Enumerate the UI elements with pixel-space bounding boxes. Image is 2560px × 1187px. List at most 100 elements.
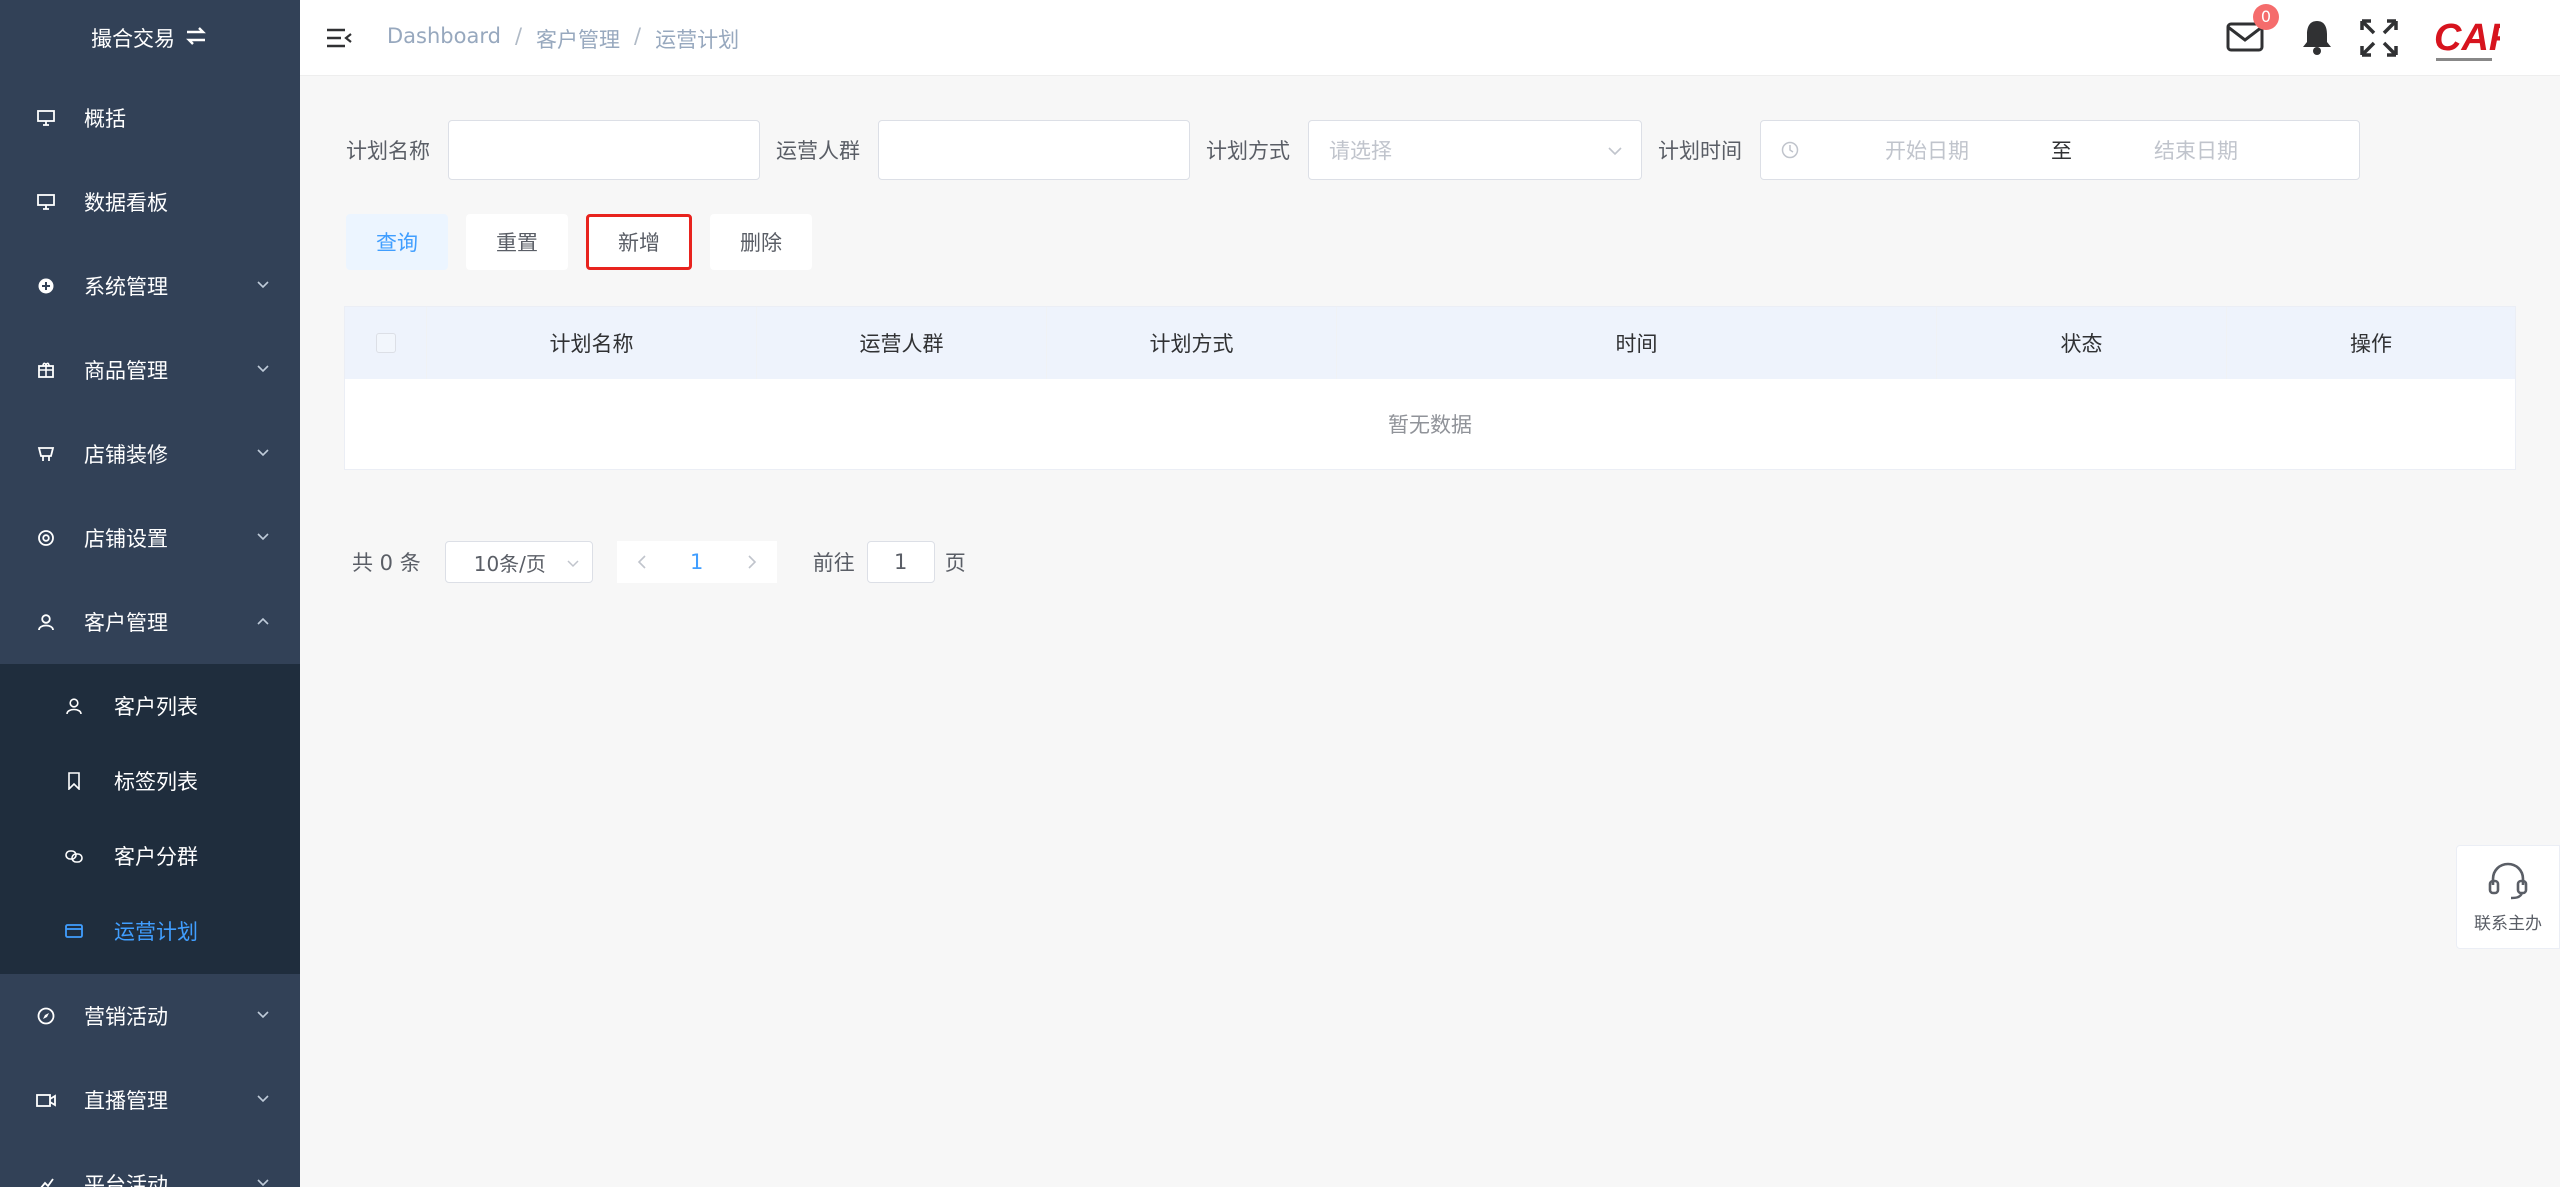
sidebar-item-label: 系统管理	[84, 275, 168, 299]
next-page-icon[interactable]	[745, 554, 759, 570]
sidebar-item-operation-plan[interactable]: 运营计划	[0, 893, 300, 968]
plan-name-input[interactable]	[448, 120, 760, 180]
sidebar-item-tag-list[interactable]: 标签列表	[0, 743, 300, 818]
chart-icon	[36, 1174, 56, 1187]
column-header-time: 时间	[1337, 307, 1937, 379]
select-all-checkbox[interactable]	[375, 333, 396, 353]
sidebar-item-label: 平台活动	[84, 1173, 168, 1187]
gear-icon	[36, 276, 56, 296]
chevron-down-icon	[257, 1011, 269, 1019]
audience-input[interactable]	[878, 120, 1190, 180]
goto-page-input[interactable]: 1	[866, 541, 935, 583]
sidebar-item-platform-activities[interactable]: 平台活动	[0, 1142, 300, 1187]
sidebar-item-dashboard[interactable]: 数据看板	[0, 160, 300, 244]
submenu-item-label: 运营计划	[114, 919, 198, 944]
submenu-item-label: 客户列表	[114, 694, 198, 719]
switch-icon[interactable]	[183, 25, 209, 52]
chevron-down-icon	[257, 1095, 269, 1103]
bell-icon[interactable]	[2300, 18, 2334, 56]
sidebar-item-customer-list[interactable]: 客户列表	[0, 668, 300, 743]
empty-state: 暂无数据	[1388, 413, 1472, 437]
breadcrumb-separator: /	[634, 24, 642, 48]
pager: 1	[616, 541, 777, 583]
sidebar-item-label: 客户管理	[84, 611, 168, 635]
link-icon	[64, 846, 84, 866]
page-size-value: 10条/页	[473, 551, 546, 576]
select-all-cell	[345, 307, 427, 379]
sidebar-item-store-settings[interactable]: 店铺设置	[0, 496, 300, 580]
breadcrumb-item-current: 运营计划	[655, 28, 740, 52]
sidebar-item-label: 店铺设置	[84, 527, 168, 551]
prev-page-icon[interactable]	[635, 554, 649, 570]
user-icon	[36, 612, 56, 632]
sidebar-item-products[interactable]: 商品管理	[0, 328, 300, 412]
sidebar-brand[interactable]: 撮合交易	[0, 0, 300, 76]
logo-text: CAF	[2434, 17, 2500, 59]
brand-logo: CAF	[2430, 10, 2514, 70]
headset-icon	[2488, 862, 2528, 899]
top-header: Dashboard / 客户管理 / 运营计划	[300, 0, 2560, 76]
fullscreen-icon[interactable]	[2359, 18, 2399, 58]
sidebar-item-system[interactable]: 系统管理	[0, 244, 300, 328]
sidebar-item-marketing[interactable]: 营销活动	[0, 974, 300, 1058]
breadcrumb-item-dashboard[interactable]: Dashboard	[387, 24, 501, 54]
sidebar-item-overview[interactable]: 概括	[0, 76, 300, 160]
table-header: 计划名称 运营人群 计划方式 时间 状态 操作	[345, 307, 2515, 379]
chevron-down-icon	[257, 449, 269, 457]
sidebar-item-customer-segments[interactable]: 客户分群	[0, 818, 300, 893]
total-count: 共 0 条	[352, 551, 421, 575]
brand-title: 撮合交易	[91, 27, 175, 51]
sidebar-item-label: 数据看板	[84, 191, 168, 215]
contact-label: 联系主办	[2474, 913, 2542, 934]
sidebar-item-label: 直播管理	[84, 1089, 168, 1113]
breadcrumb: Dashboard / 客户管理 / 运营计划	[387, 24, 739, 54]
pagination: 共 0 条 10条/页 1 前往 1 页	[352, 541, 966, 583]
contact-organizer-button[interactable]: 联系主办	[2456, 845, 2560, 949]
column-header-method: 计划方式	[1047, 307, 1337, 379]
package-icon	[36, 360, 56, 380]
range-separator: 至	[2051, 139, 2072, 163]
sidebar-item-live[interactable]: 直播管理	[0, 1058, 300, 1142]
settings-icon	[36, 528, 56, 548]
goto-label: 前往	[812, 551, 855, 575]
plans-table: 计划名称 运营人群 计划方式 时间 状态 操作 暂无数据	[344, 306, 2516, 470]
breadcrumb-item-customers[interactable]: 客户管理	[536, 24, 620, 54]
sidebar-item-customers[interactable]: 客户管理	[0, 580, 300, 664]
sidebar-item-label: 商品管理	[84, 359, 168, 383]
goto-page-value: 1	[894, 550, 908, 574]
date-range-picker[interactable]: 开始日期 至 结束日期	[1760, 120, 2360, 180]
breadcrumb-separator: /	[514, 24, 523, 48]
delete-button[interactable]: 删除	[710, 214, 812, 270]
sidebar-item-label: 概括	[84, 107, 126, 131]
page-size-select[interactable]: 10条/页	[444, 541, 593, 583]
plan-name-label: 计划名称	[346, 139, 430, 163]
chevron-down-icon	[257, 365, 269, 373]
method-label: 计划方式	[1206, 139, 1290, 163]
bookmark-icon	[64, 771, 84, 791]
action-buttons: 查询 重置 新增 删除	[346, 214, 812, 270]
current-page[interactable]: 1	[690, 550, 703, 574]
brush-icon	[36, 444, 56, 464]
column-header-actions: 操作	[2350, 332, 2392, 356]
mail-badge: 0	[2253, 4, 2279, 30]
end-date-placeholder[interactable]: 结束日期	[2154, 135, 2238, 165]
sidebar-item-label: 店铺装修	[84, 443, 168, 467]
column-header-plan-name: 计划名称	[427, 307, 757, 379]
chevron-down-icon	[257, 281, 269, 289]
submenu-item-label: 客户分群	[114, 844, 198, 869]
reset-button[interactable]: 重置	[466, 214, 568, 270]
camera-icon	[36, 1090, 56, 1110]
hamburger-menu-icon[interactable]	[326, 26, 352, 50]
chevron-down-icon	[1608, 147, 1622, 156]
add-button[interactable]: 新增	[586, 214, 692, 270]
chevron-down-icon	[567, 560, 579, 568]
start-date-placeholder[interactable]: 开始日期	[1885, 135, 1969, 165]
filter-form: 计划名称 运营人群 计划方式 请选择 计划时间 开始日期 至 结束日期	[346, 120, 2360, 180]
card-icon	[64, 921, 84, 941]
audience-label: 运营人群	[776, 139, 860, 163]
sidebar-item-store-decoration[interactable]: 店铺装修	[0, 412, 300, 496]
method-select[interactable]: 请选择	[1308, 120, 1642, 180]
customers-submenu: 客户列表 标签列表 客户分群 运营计划	[0, 664, 300, 974]
main-content: 计划名称 运营人群 计划方式 请选择 计划时间 开始日期 至 结束日期 查询 重…	[300, 76, 2560, 1187]
query-button[interactable]: 查询	[346, 214, 448, 270]
